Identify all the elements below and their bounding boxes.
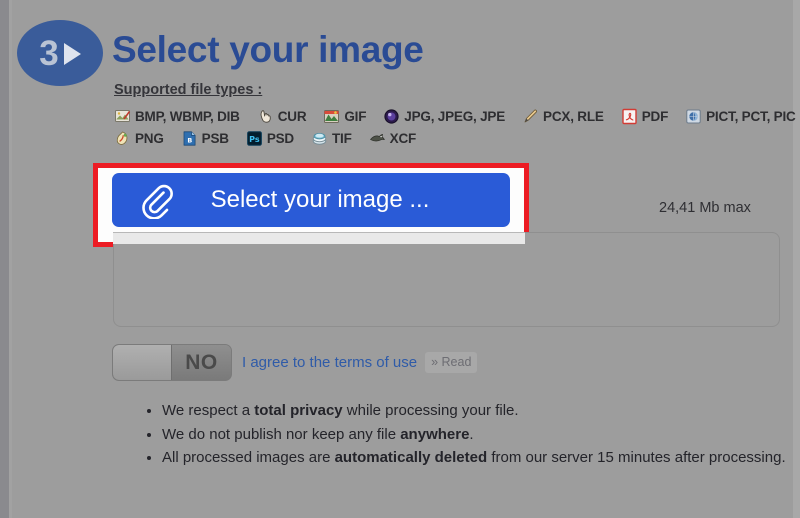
step-number-badge: 3: [17, 20, 103, 86]
privacy-text-post: while processing your file.: [342, 402, 519, 419]
supported-type-label: JPG, JPEG, JPE: [404, 108, 506, 124]
supported-type-label: PCX, RLE: [543, 108, 604, 124]
supported-type-label: CUR: [277, 108, 307, 124]
supported-type-item: PDF: [621, 108, 668, 125]
page-left-edge-inner: [9, 0, 12, 518]
pdf-file-icon: [621, 108, 638, 125]
supported-file-types-list: BMP, WBMP, DIB CUR GIF JPG, JPEG, JPE PCX, R…: [114, 105, 796, 149]
supported-type-label: BMP, WBMP, DIB: [135, 108, 240, 124]
gif-file-icon: [323, 108, 340, 125]
privacy-text-emphasis: automatically deleted: [334, 449, 488, 466]
privacy-notice-item: All processed images are automatically d…: [162, 447, 787, 470]
supported-type-item: BMP, WBMP, DIB: [114, 108, 240, 125]
privacy-text-pre: All processed images are: [162, 449, 335, 466]
supported-type-label: PSB: [201, 130, 229, 146]
file-drop-zone[interactable]: [113, 232, 780, 327]
xcf-file-icon: [369, 130, 386, 147]
supported-type-item: JPG, JPEG, JPE: [383, 108, 505, 125]
supported-type-item: PNG: [114, 130, 164, 147]
psb-file-icon: B: [181, 130, 198, 147]
supported-type-item: Ps PSD: [246, 130, 294, 147]
supported-types-row: BMP, WBMP, DIB CUR GIF JPG, JPEG, JPE PCX, R…: [114, 105, 796, 127]
step-number: 3: [39, 33, 58, 73]
svg-text:B: B: [187, 136, 192, 144]
tif-file-icon: [311, 130, 328, 147]
png-file-icon: [114, 130, 131, 147]
play-triangle-icon: [63, 43, 81, 65]
supported-type-item: XCF: [369, 130, 416, 147]
privacy-text-pre: We respect a: [162, 402, 255, 419]
select-image-button[interactable]: Select your image ...: [112, 173, 510, 227]
bmp-file-icon: [114, 108, 131, 125]
file-drop-zone-top-sliver: [113, 232, 525, 244]
privacy-text-post: from our server 15 minutes after process…: [487, 449, 786, 466]
supported-type-item: TIF: [311, 130, 352, 147]
supported-file-types-label: Supported file types :: [114, 82, 263, 98]
supported-type-label: PICT, PCT, PIC: [706, 108, 796, 124]
supported-type-label: PDF: [641, 108, 669, 124]
supported-type-label: PSD: [266, 130, 294, 146]
pict-file-icon: [685, 108, 702, 125]
terms-agreement-row: NO I agree to the terms of use » Read: [112, 344, 478, 381]
privacy-notice-item: We do not publish nor keep any file anyw…: [162, 424, 787, 447]
terms-of-use-link[interactable]: I agree to the terms of use: [242, 354, 417, 371]
privacy-notice-item: We respect a total privacy while process…: [162, 400, 787, 423]
select-image-button-label: Select your image ...: [210, 186, 430, 213]
privacy-text-emphasis: total privacy: [254, 402, 343, 419]
toggle-state-label: NO: [172, 345, 231, 380]
supported-type-label: XCF: [389, 130, 417, 146]
jpg-file-icon: [383, 108, 400, 125]
supported-type-label: TIF: [332, 130, 352, 146]
read-terms-badge[interactable]: » Read: [425, 352, 478, 373]
page-title: Select your image: [112, 29, 424, 70]
terms-agree-toggle[interactable]: NO: [112, 344, 232, 381]
privacy-text-post: .: [469, 425, 474, 443]
supported-type-item: PCX, RLE: [522, 108, 604, 125]
privacy-notice-list: We respect a total privacy while process…: [140, 400, 787, 471]
privacy-text-emphasis: anywhere: [400, 425, 470, 443]
supported-type-label: PNG: [135, 130, 164, 146]
cur-cursor-icon: [257, 108, 274, 125]
max-file-size-label: 24,41 Mb max: [659, 200, 751, 216]
supported-type-item: B PSB: [181, 130, 229, 147]
page-right-edge: [793, 0, 800, 518]
page-background: 3 Select your image Supported file types…: [0, 0, 800, 518]
supported-types-row: PNG B PSB Ps PSD TIF XCF: [114, 127, 794, 149]
svg-text:Ps: Ps: [249, 135, 260, 144]
pcx-file-icon: [522, 108, 539, 125]
page-left-edge: [0, 0, 9, 518]
toggle-knob: [113, 345, 172, 380]
supported-type-item: GIF: [323, 108, 366, 125]
supported-type-item: CUR: [257, 108, 307, 125]
psd-file-icon: Ps: [246, 130, 263, 147]
paperclip-icon: [124, 181, 188, 219]
supported-type-label: GIF: [344, 108, 367, 124]
privacy-text-pre: We do not publish nor keep any file: [162, 425, 401, 443]
supported-type-item: PICT, PCT, PIC: [685, 108, 796, 125]
